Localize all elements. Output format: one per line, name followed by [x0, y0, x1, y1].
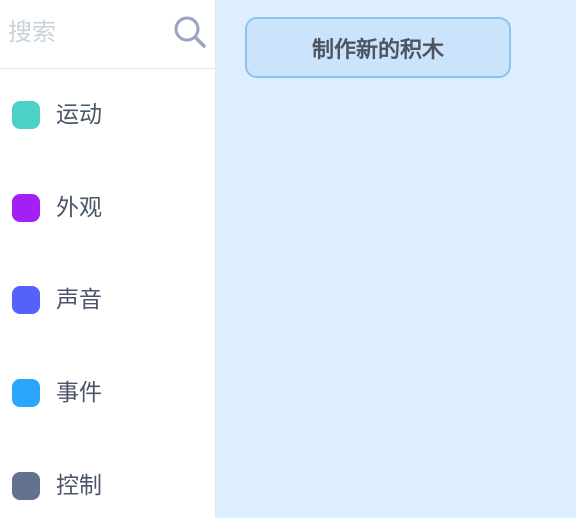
category-label: 运动 — [56, 102, 102, 128]
make-block-button[interactable]: 制作新的积木 — [245, 17, 511, 78]
category-motion[interactable]: 运动 — [0, 85, 216, 145]
category-control[interactable]: 控制 — [0, 456, 216, 516]
app-root: 运动 外观 声音 事件 控制 制作新的积木 — [0, 0, 576, 518]
category-label: 声音 — [56, 287, 102, 313]
events-color-swatch — [12, 379, 40, 407]
category-sidebar: 运动 外观 声音 事件 控制 — [0, 0, 216, 518]
category-sound[interactable]: 声音 — [0, 270, 216, 330]
category-label: 事件 — [56, 380, 102, 406]
search-input[interactable] — [8, 12, 158, 52]
motion-color-swatch — [12, 101, 40, 129]
category-label: 控制 — [56, 473, 102, 499]
category-events[interactable]: 事件 — [0, 363, 216, 423]
category-looks[interactable]: 外观 — [0, 178, 216, 238]
control-color-swatch — [12, 472, 40, 500]
search-bar — [0, 0, 216, 69]
search-icon[interactable] — [172, 14, 208, 50]
looks-color-swatch — [12, 194, 40, 222]
sound-color-swatch — [12, 286, 40, 314]
category-label: 外观 — [56, 195, 102, 221]
